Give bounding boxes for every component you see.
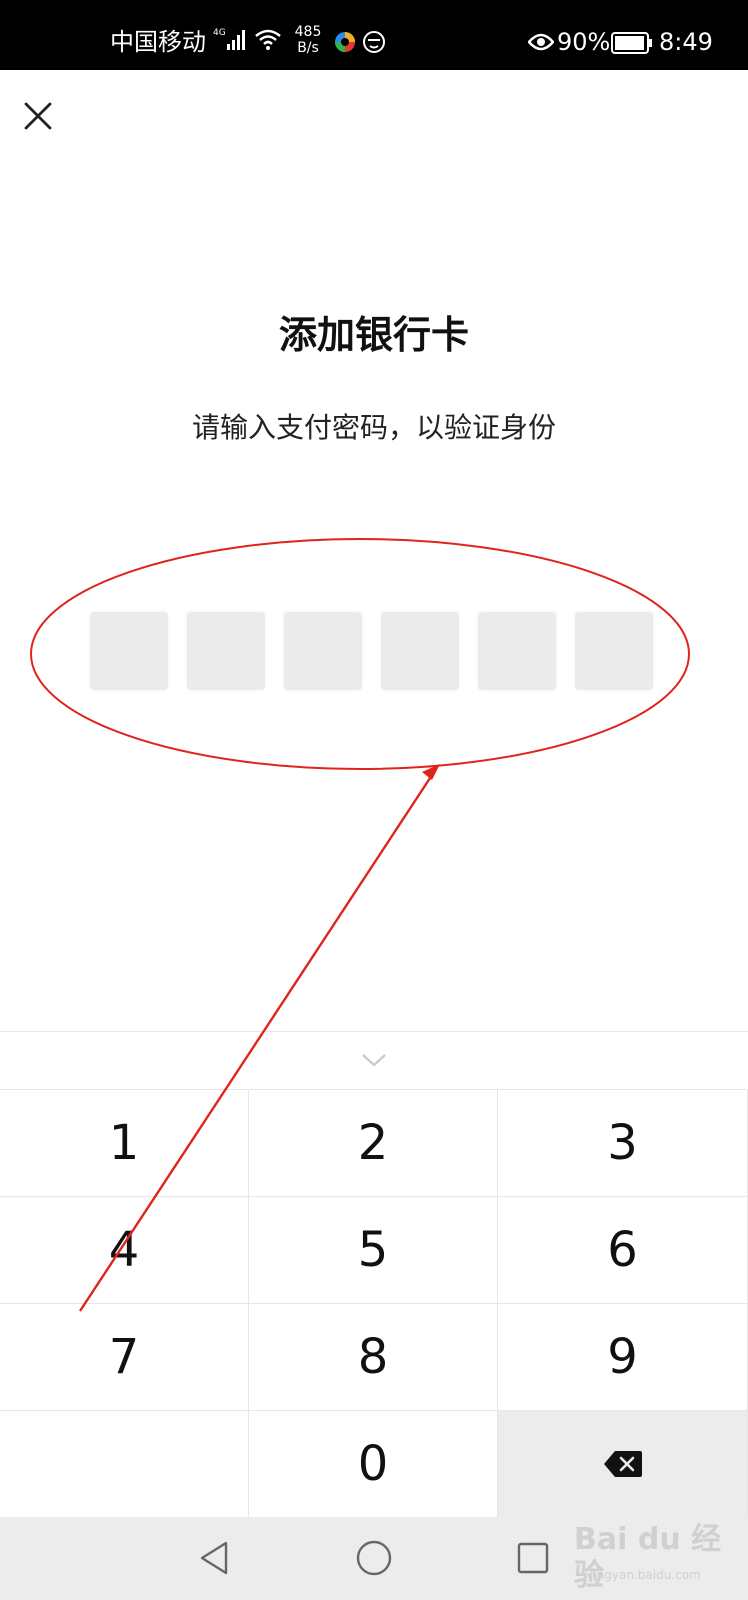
carrier-name: 中国移动 [110, 28, 206, 56]
key-2[interactable]: 2 [249, 1089, 498, 1196]
numeric-keypad: 1 2 3 4 5 6 7 8 9 0 [0, 1089, 748, 1517]
nav-recent-button[interactable] [516, 1541, 550, 1579]
close-button[interactable] [18, 96, 58, 136]
key-5[interactable]: 5 [249, 1196, 498, 1303]
eye-comfort-icon [527, 32, 555, 56]
key-9[interactable]: 9 [498, 1303, 748, 1410]
clock: 8:49 [659, 28, 713, 56]
key-empty [0, 1410, 249, 1517]
nav-back-button[interactable] [196, 1539, 232, 1581]
keyboard-header [0, 1031, 748, 1090]
network-type: 4G [213, 28, 226, 38]
collapse-keyboard-button[interactable] [360, 1050, 388, 1070]
pin-digit-box[interactable] [478, 612, 556, 690]
page-title: 添加银行卡 [278, 313, 469, 357]
pin-digit-box[interactable] [90, 612, 168, 690]
wifi-icon [254, 28, 282, 56]
key-6[interactable]: 6 [498, 1196, 748, 1303]
circle-home-icon [356, 1540, 392, 1576]
pin-digit-box[interactable] [284, 612, 362, 690]
signal-icon: 4G [213, 26, 247, 58]
battery-percentage: 90% [557, 28, 611, 56]
square-recent-icon [517, 1542, 549, 1574]
pin-digit-box[interactable] [575, 612, 653, 690]
close-icon [24, 102, 52, 130]
status-bar: 中国移动 4G 485 B/s 90% 8:49 [0, 0, 748, 70]
chevron-down-icon [362, 1054, 386, 1067]
app-notification-icon [333, 30, 357, 58]
watermark-logo: Bai du 经验 [574, 1522, 722, 1593]
speed-unit: B/s [297, 40, 319, 56]
pin-digit-box[interactable] [381, 612, 459, 690]
triangle-back-icon [200, 1541, 228, 1575]
backspace-key[interactable] [498, 1410, 748, 1517]
speed-value: 485 [294, 24, 322, 40]
key-0[interactable]: 0 [249, 1410, 498, 1517]
key-4[interactable]: 4 [0, 1196, 249, 1303]
page-subtitle: 请输入支付密码，以验证身份 [191, 411, 556, 444]
key-7[interactable]: 7 [0, 1303, 249, 1410]
network-speed: 485 B/s [288, 24, 328, 56]
backspace-icon [603, 1451, 642, 1477]
annotation-arrow-head [422, 764, 440, 780]
key-1[interactable]: 1 [0, 1089, 249, 1196]
nav-home-button[interactable] [355, 1539, 393, 1581]
key-3[interactable]: 3 [498, 1089, 748, 1196]
watermark-url: jingyan.baidu.com [590, 1568, 701, 1582]
battery-icon [611, 32, 653, 58]
pin-digit-box[interactable] [187, 612, 265, 690]
key-8[interactable]: 8 [249, 1303, 498, 1410]
face-notification-icon [362, 30, 386, 58]
